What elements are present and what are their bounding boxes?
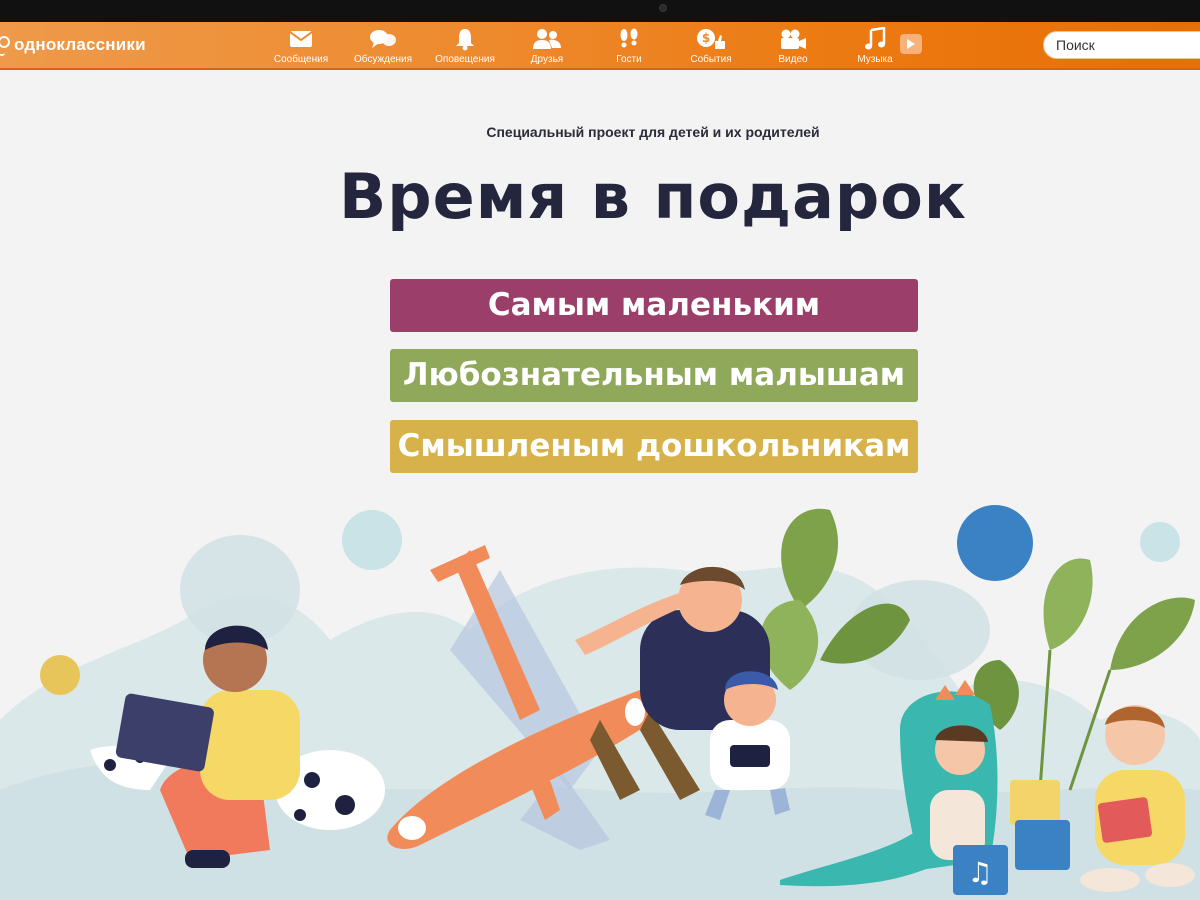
device-bezel [0,0,1200,22]
project-subtitle: Специальный проект для детей и их родите… [486,124,820,140]
play-button[interactable] [900,34,922,54]
nav-label: События [690,54,732,65]
svg-text:♫: ♫ [967,856,992,889]
nav-item-guests[interactable]: Гости [588,26,670,65]
nav-item-friends[interactable]: Друзья [506,26,588,65]
camera-dot [659,4,667,12]
envelope-icon [289,26,313,52]
top-navigation-bar: одноклассники Сообщения Обсуждения Опове… [0,22,1200,70]
kids-illustration: ♫ [0,505,1200,900]
search-box[interactable] [1043,31,1200,59]
nav-label: Гости [616,54,642,65]
chat-bubbles-icon [369,26,397,52]
nav-item-video[interactable]: Видео [752,26,834,65]
search-input[interactable] [1056,32,1196,58]
nav-label: Оповещения [435,54,495,65]
nav-label: Музыка [857,54,893,65]
nav-label: Обсуждения [353,54,413,65]
play-icon [907,39,915,49]
age-group-button-curious-toddlers[interactable]: Любознательным малышам [390,349,918,402]
decor-circle [1140,522,1180,562]
page-title: Время в подарок [339,160,967,233]
age-group-button-preschoolers[interactable]: Смышленым дошкольникам [390,420,918,473]
nav-item-notifications[interactable]: Оповещения [424,26,506,65]
footprints-icon [617,26,641,52]
main-nav: Сообщения Обсуждения Оповещения Друзья Г… [260,26,916,65]
events-icon: $ [695,26,727,52]
decor-circle-yellow [40,655,80,695]
nav-item-messages[interactable]: Сообщения [260,26,342,65]
bell-icon [454,26,476,52]
logo-text: одноклассники [14,35,146,54]
decor-circle-blue [957,505,1033,581]
video-camera-icon [778,26,808,52]
nav-label: Сообщения [273,54,329,65]
svg-text:$: $ [702,31,710,45]
nav-label: Друзья [530,54,564,65]
nav-item-discussions[interactable]: Обсуждения [342,26,424,65]
nav-label: Видео [778,54,808,65]
decor-circle [342,510,402,570]
nav-item-events[interactable]: $ События [670,26,752,65]
ok-logo-icon [0,34,10,56]
site-logo[interactable]: одноклассники [0,34,146,56]
age-group-button-youngest[interactable]: Самым маленьким [390,279,918,332]
music-note-icon [864,26,886,52]
friends-icon [532,26,562,52]
